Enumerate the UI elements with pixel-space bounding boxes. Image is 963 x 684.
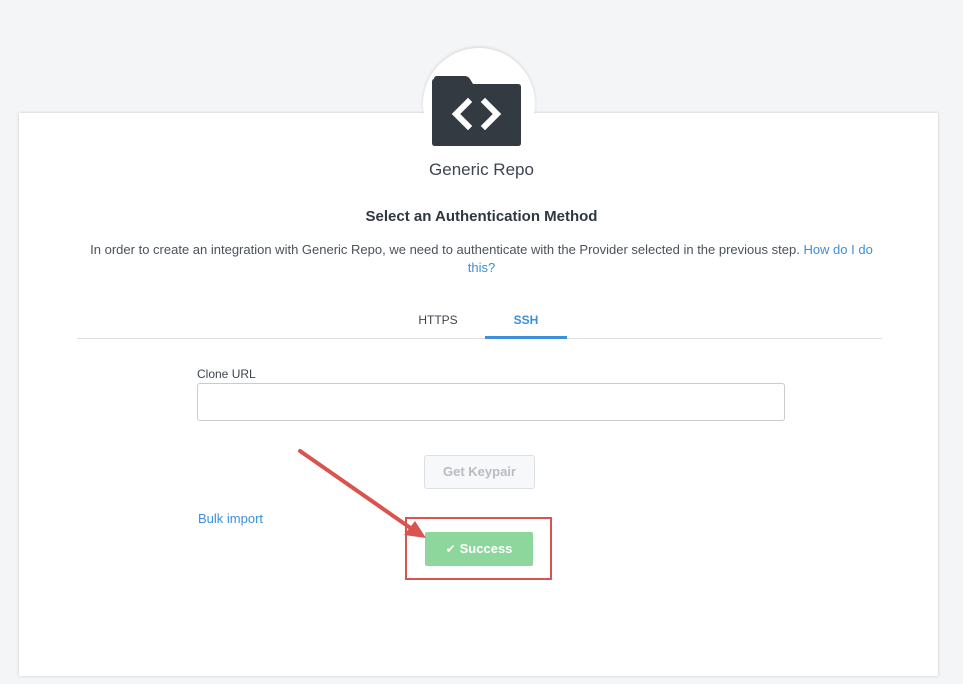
clone-url-input[interactable] [197,383,785,421]
code-folder-icon [432,76,521,146]
annotation-arrow-icon [298,449,426,538]
tab-https[interactable]: HTTPS [400,303,476,339]
clone-url-label: Clone URL [197,367,256,381]
auth-description: In order to create an integration with G… [88,241,875,277]
auth-description-text: In order to create an integration with G… [90,242,800,257]
provider-name: Generic Repo [429,160,534,179]
tab-ssh[interactable]: SSH [485,303,567,339]
bulk-import-link[interactable]: Bulk import [198,511,263,526]
auth-tabs: HTTPS SSH [77,303,882,339]
auth-title: Select an Authentication Method [365,208,598,225]
